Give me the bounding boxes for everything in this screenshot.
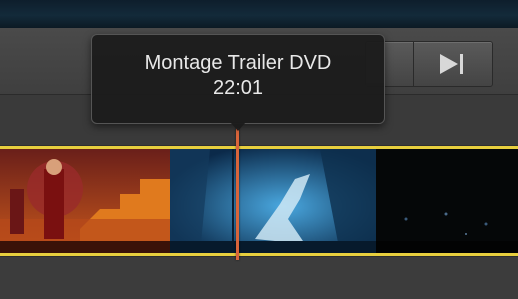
title-bar-background xyxy=(0,0,518,28)
tooltip-time: 22:01 xyxy=(212,77,264,99)
skip-to-end-icon xyxy=(440,54,463,74)
playhead[interactable] xyxy=(236,128,239,260)
skip-to-end-button[interactable] xyxy=(413,41,493,87)
bottom-panel xyxy=(0,257,518,299)
tooltip-arrow xyxy=(230,122,246,131)
clip-thumbnail-dark-stage[interactable] xyxy=(376,149,518,253)
clip-thumbnail-blue-dancer[interactable] xyxy=(170,149,376,253)
clip-thumbnail-dancers[interactable] xyxy=(0,149,172,253)
clip-tooltip: Montage Trailer DVD 22:01 xyxy=(91,34,385,124)
selected-clip-strip[interactable] xyxy=(0,146,518,256)
tooltip-title: Montage Trailer DVD xyxy=(144,52,332,74)
